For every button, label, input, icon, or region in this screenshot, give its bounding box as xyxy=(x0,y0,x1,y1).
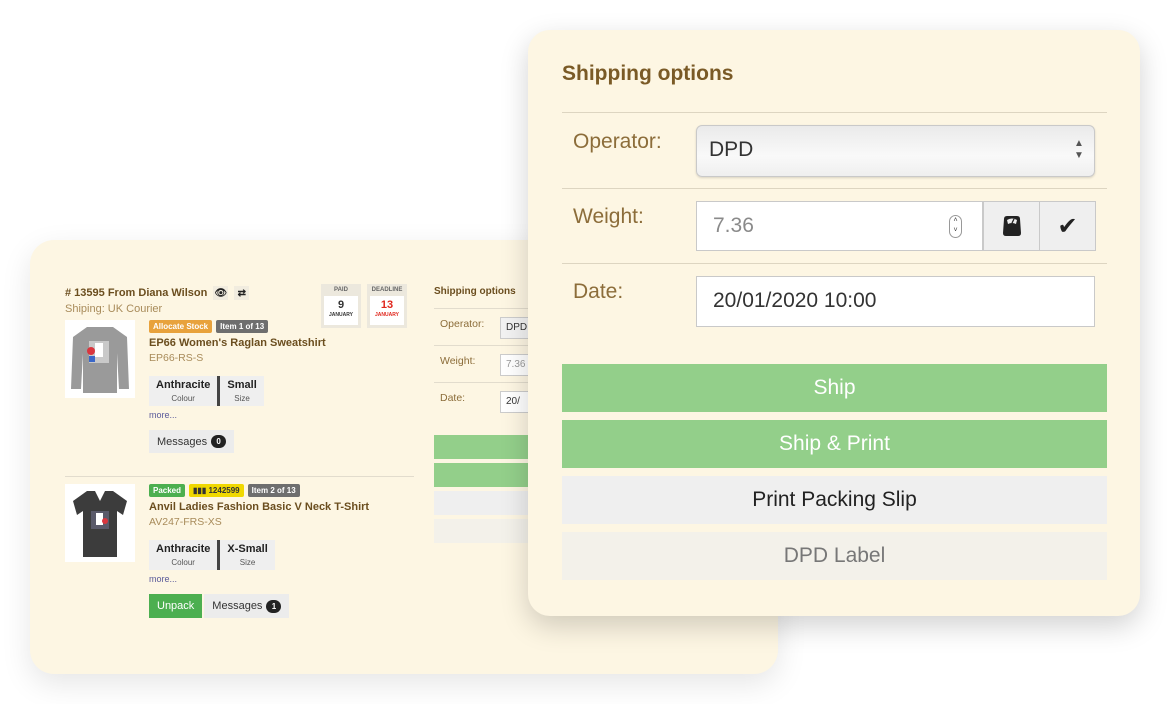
paid-day: 9 xyxy=(337,299,345,311)
unpack-button[interactable]: Unpack xyxy=(149,594,203,618)
barcode-badge: ▮▮▮ 1242599 xyxy=(189,484,244,497)
deadline-label: DEADLINE xyxy=(371,287,403,293)
weight-input[interactable]: 7.36 ˄ ˅ xyxy=(696,201,983,251)
product-attributes: Anthracite Colour X-Small Size xyxy=(149,540,419,570)
print-packing-slip-button[interactable]: Print Packing Slip xyxy=(562,476,1107,524)
weight-label: Weight: xyxy=(573,205,644,228)
date-value: 20/01/2020 10:00 xyxy=(713,289,877,312)
paid-label: PAID xyxy=(334,287,348,293)
date-label: Date: xyxy=(573,280,624,303)
messages-button[interactable]: Messages 0 xyxy=(149,430,235,453)
operator-value: DPD xyxy=(709,138,754,161)
product-image xyxy=(65,484,135,562)
messages-button[interactable]: Messages 1 xyxy=(204,594,290,618)
shipping-options-panel: Shipping options Operator: DPD ▲ ▼ Weight… xyxy=(528,30,1140,616)
paid-month: JANUARY xyxy=(329,312,353,318)
deadline-day: 13 xyxy=(380,299,394,311)
product-name: EP66 Women's Raglan Sweatshirt xyxy=(149,337,326,349)
order-title: # 13595 From Diana Wilson xyxy=(65,287,208,299)
order-header: # 13595 From Diana Wilson 👁 ⇄ Shiping: U… xyxy=(65,286,250,315)
ship-and-print-button[interactable]: Ship & Print xyxy=(562,420,1107,468)
barcode-icon: ▮▮▮ xyxy=(193,486,207,495)
number-spinner[interactable]: ˄ ˅ xyxy=(949,215,962,238)
attribute-colour: Anthracite Colour xyxy=(149,540,218,570)
deadline-month: JANUARY xyxy=(375,312,399,318)
weight-value: 7.36 xyxy=(713,214,754,237)
check-icon: ✔ xyxy=(1057,212,1078,240)
operator-select[interactable]: DPD ▲ ▼ xyxy=(696,125,1095,177)
scale-icon xyxy=(1002,216,1021,236)
messages-count: 0 xyxy=(211,435,227,448)
tshirt-image xyxy=(73,491,127,557)
date-input[interactable]: 20/01/2020 10:00 xyxy=(696,276,1095,327)
messages-count: 1 xyxy=(266,599,282,613)
attribute-size: X-Small Size xyxy=(217,540,275,570)
read-scale-button[interactable] xyxy=(983,201,1040,251)
item-divider xyxy=(65,476,414,477)
attribute-colour: Anthracite Colour xyxy=(149,376,218,406)
product-image xyxy=(65,320,135,398)
product-attributes: Anthracite Colour Small Size xyxy=(149,376,419,406)
more-link[interactable]: more... xyxy=(149,410,419,420)
dpd-label-button[interactable]: DPD Label xyxy=(562,532,1107,580)
confirm-weight-button[interactable]: ✔ xyxy=(1039,201,1096,251)
item-count-badge: Item 2 of 13 xyxy=(247,484,300,497)
product-sku: EP66-RS-S xyxy=(149,352,204,364)
operator-label: Operator: xyxy=(573,130,662,153)
product-name: Anvil Ladies Fashion Basic V Neck T-Shir… xyxy=(149,501,370,513)
shipping-method: Shiping: UK Courier xyxy=(65,303,163,315)
allocate-stock-badge[interactable]: Allocate Stock xyxy=(149,320,213,333)
sweatshirt-image xyxy=(71,327,129,393)
attribute-size: Small Size xyxy=(217,376,264,406)
product-sku: AV247-FRS-XS xyxy=(149,516,222,528)
select-arrows-icon: ▲ ▼ xyxy=(1074,138,1084,161)
divider xyxy=(562,263,1107,264)
ship-button[interactable]: Ship xyxy=(562,364,1107,412)
divider xyxy=(562,112,1107,113)
divider xyxy=(562,188,1107,189)
item-count-badge: Item 1 of 13 xyxy=(216,320,269,333)
more-link[interactable]: more... xyxy=(149,574,419,584)
panel-title: Shipping options xyxy=(562,62,734,85)
shuffle-icon[interactable]: ⇄ xyxy=(234,286,250,300)
packed-badge: Packed xyxy=(149,484,186,497)
eye-icon[interactable]: 👁 xyxy=(213,286,229,300)
